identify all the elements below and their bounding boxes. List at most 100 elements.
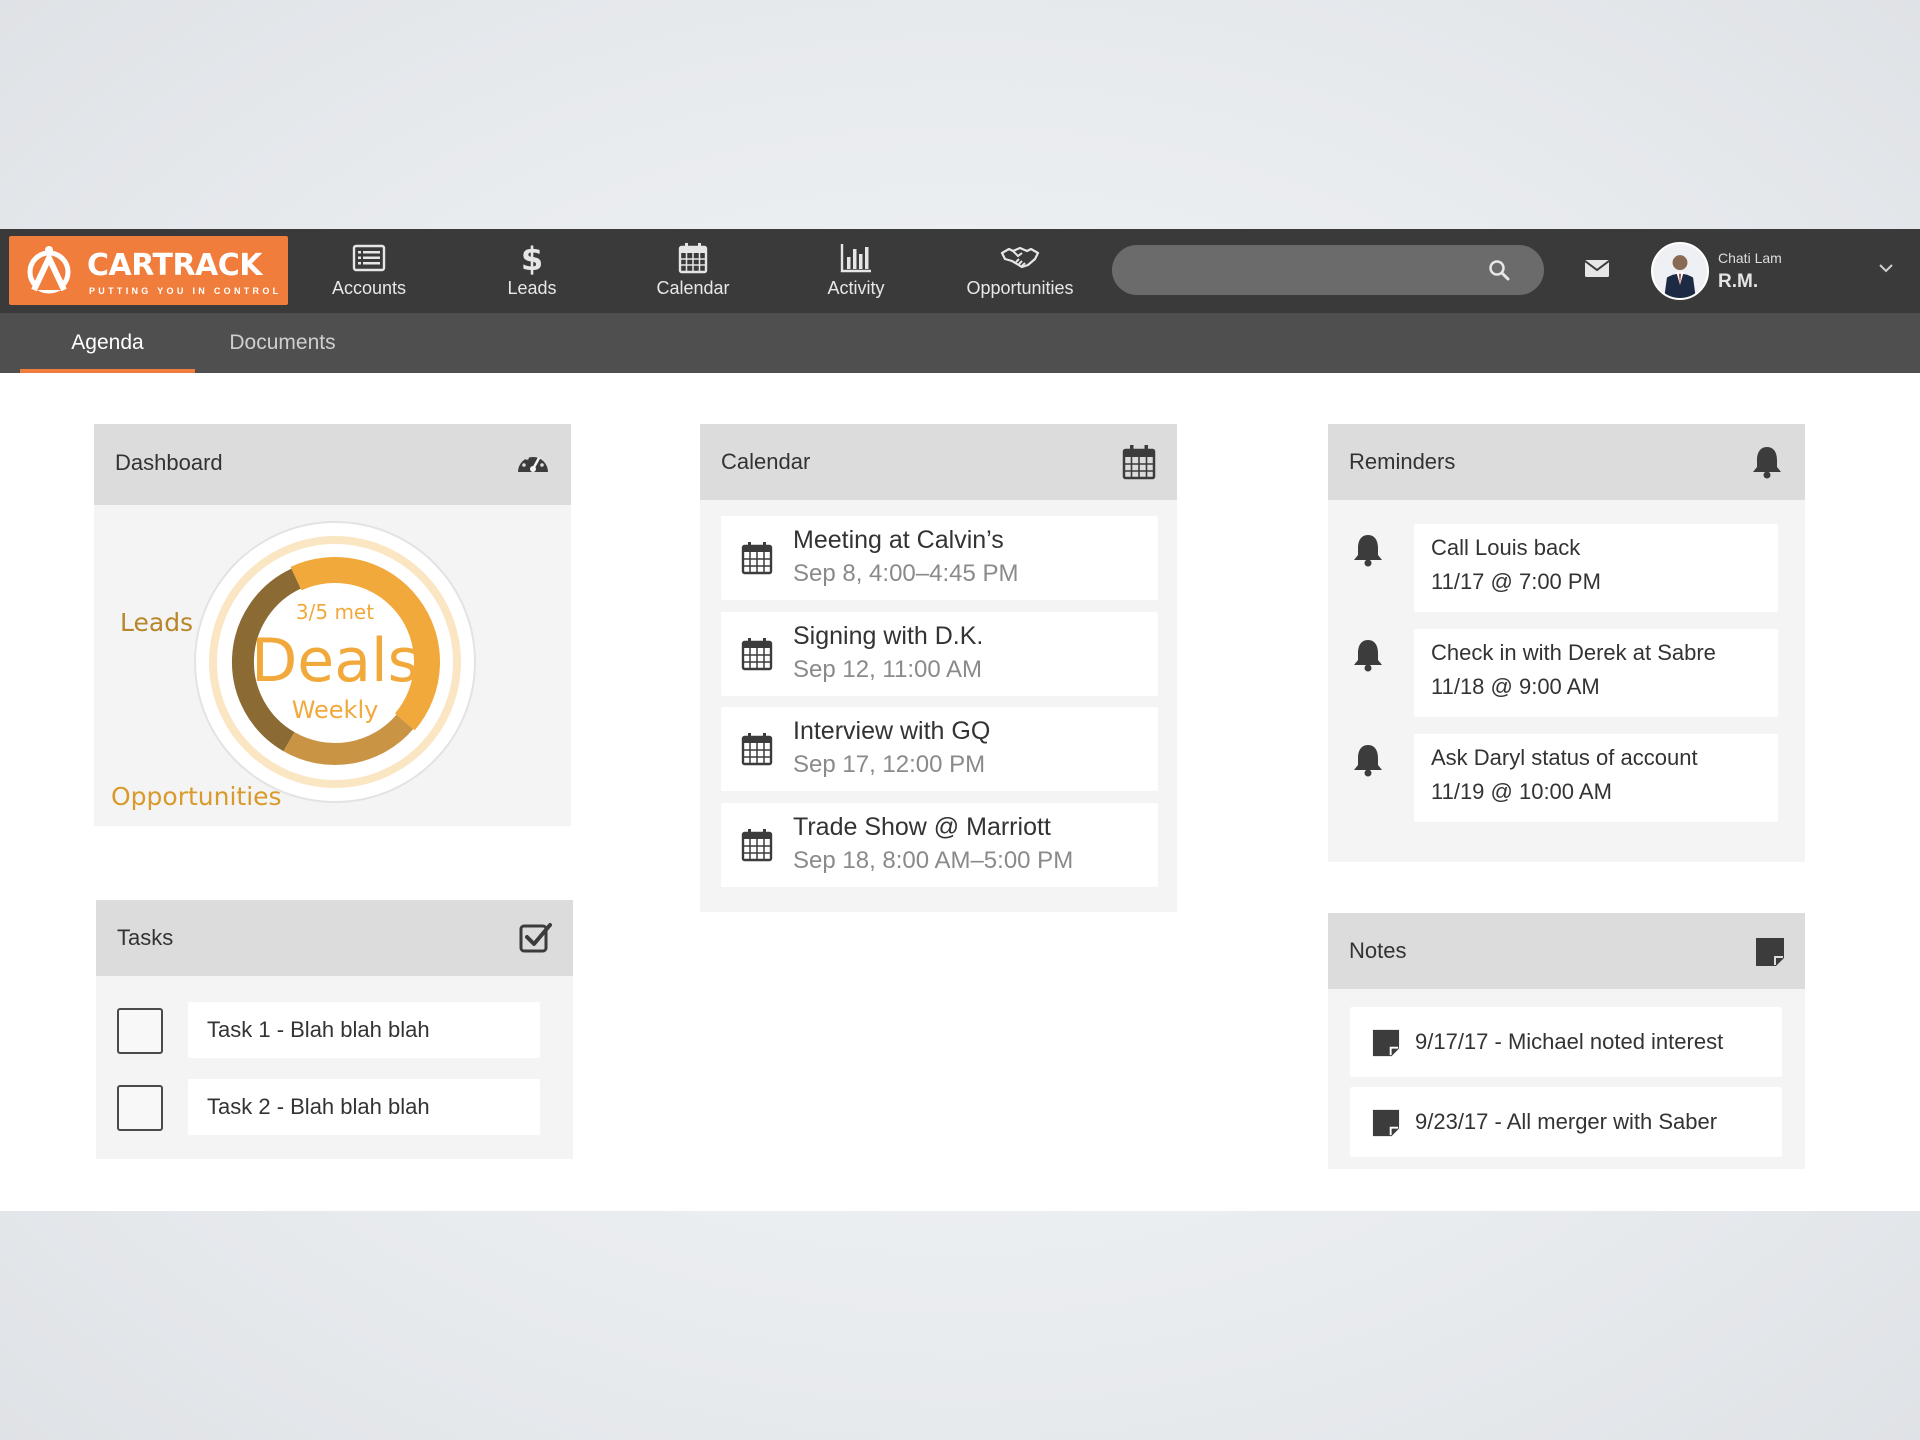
calendar-title: Calendar	[721, 449, 811, 474]
bar-chart-icon	[840, 244, 871, 273]
ring-center-text: Deals	[251, 626, 419, 696]
calendar-card-header: Calendar	[700, 424, 1177, 500]
ring-top-text: 3/5 met	[296, 600, 374, 624]
app-window: CARTRACK PUTTING YOU IN CONTROL Accounts…	[0, 229, 1920, 1211]
note-item[interactable]: 9/17/17 - Michael noted interest	[1350, 1007, 1782, 1077]
note-item[interactable]: 9/23/17 - All merger with Saber	[1350, 1087, 1782, 1157]
calendar-icon[interactable]	[1121, 444, 1157, 480]
dashboard-card-header: Dashboard	[94, 424, 571, 505]
reminders-title: Reminders	[1349, 449, 1456, 474]
event-time: Sep 8, 4:00–4:45 PM	[793, 560, 1019, 587]
note-icon	[1372, 1029, 1400, 1057]
calendar-event[interactable]: Signing with D.K. Sep 12, 11:00 AM	[721, 612, 1158, 696]
handshake-icon	[1000, 246, 1040, 269]
reminder-text: Call Louis back	[1431, 535, 1581, 560]
nav-accounts[interactable]: Accounts	[299, 229, 439, 313]
search-bar	[1112, 245, 1544, 295]
nav-calendar[interactable]: Calendar	[623, 229, 763, 313]
notes-card: Notes 9/17/17 - Michael noted interest 9…	[1328, 913, 1805, 1169]
event-time: Sep 12, 11:00 AM	[793, 656, 983, 683]
bell-icon	[1354, 745, 1382, 777]
note-text: 9/17/17 - Michael noted interest	[1415, 1029, 1724, 1054]
bell-icon[interactable]	[1749, 444, 1785, 480]
chevron-down-icon[interactable]	[1878, 262, 1894, 274]
task-row: Task 2 - Blah blah blah	[96, 1079, 573, 1135]
calendar-icon	[741, 542, 773, 575]
nav-label: Opportunities	[966, 278, 1074, 298]
avatar[interactable]	[1651, 242, 1709, 300]
mail-icon[interactable]	[1584, 257, 1610, 279]
nav-activity[interactable]: Activity	[786, 229, 926, 313]
reminder-item[interactable]: Check in with Derek at Sabre 11/18 @ 9:0…	[1414, 629, 1778, 717]
task-checkbox[interactable]	[117, 1008, 163, 1054]
reminder-row: Call Louis back 11/17 @ 7:00 PM	[1328, 524, 1805, 612]
calendar-icon	[741, 733, 773, 766]
notes-card-header: Notes	[1328, 913, 1805, 989]
task-item[interactable]: Task 1 - Blah blah blah	[188, 1002, 540, 1058]
nav-label: Accounts	[331, 278, 407, 298]
deals-ring-chart: 3/5 met Deals Weekly Leads Opportunities	[111, 521, 476, 811]
user-initials: R.M.	[1718, 271, 1759, 292]
calendar-icon	[741, 829, 773, 862]
tab-documents[interactable]: Documents	[205, 313, 360, 373]
event-title: Signing with D.K.	[793, 622, 984, 650]
reminder-item[interactable]: Call Louis back 11/17 @ 7:00 PM	[1414, 524, 1778, 612]
event-time: Sep 18, 8:00 AM–5:00 PM	[793, 847, 1074, 874]
calendar-event[interactable]: Trade Show @ Marriott Sep 18, 8:00 AM–5:…	[721, 803, 1158, 887]
nav-label: Calendar	[656, 278, 730, 298]
reminder-text: Ask Daryl status of account	[1431, 745, 1698, 770]
reminders-card: Reminders Call Louis back 11/17 @ 7:00 P…	[1328, 424, 1805, 862]
logo-tagline: PUTTING YOU IN CONTROL	[89, 286, 282, 296]
reminder-text: Check in with Derek at Sabre	[1431, 640, 1716, 665]
reminder-row: Ask Daryl status of account 11/19 @ 10:0…	[1328, 734, 1805, 822]
bell-icon	[1354, 640, 1382, 672]
logo-text: CARTRACK	[87, 248, 263, 283]
calendar-card: Calendar Meeting at Calvin’s Sep 8, 4:00…	[700, 424, 1177, 912]
dollar-icon: $	[521, 241, 543, 275]
event-title: Interview with GQ	[793, 717, 991, 745]
event-title: Meeting at Calvin’s	[793, 526, 1004, 554]
reminder-row: Check in with Derek at Sabre 11/18 @ 9:0…	[1328, 629, 1805, 717]
note-icon[interactable]	[1755, 937, 1785, 967]
svg-text:$: $	[521, 241, 543, 275]
tab-bar: Agenda Documents	[0, 313, 1920, 373]
tab-agenda[interactable]: Agenda	[20, 313, 195, 373]
top-nav-bar: CARTRACK PUTTING YOU IN CONTROL Accounts…	[0, 229, 1920, 313]
task-label: Task 2 - Blah blah blah	[207, 1094, 430, 1119]
task-row: Task 1 - Blah blah blah	[96, 1002, 573, 1058]
nav-label: Leads	[507, 278, 557, 298]
nav-leads[interactable]: $ Leads	[462, 229, 602, 313]
tasks-card-header: Tasks	[96, 900, 573, 976]
search-input[interactable]	[1134, 245, 1474, 295]
logo-mark-icon	[27, 246, 71, 294]
dashboard-card: Dashboard 3/5 met Deals Weekly Leads Opp…	[94, 424, 571, 826]
calendar-event[interactable]: Meeting at Calvin’s Sep 8, 4:00–4:45 PM	[721, 516, 1158, 600]
cartrack-logo[interactable]: CARTRACK PUTTING YOU IN CONTROL	[9, 236, 288, 305]
notes-title: Notes	[1349, 938, 1407, 963]
task-checkbox[interactable]	[117, 1085, 163, 1131]
list-icon	[352, 244, 386, 272]
reminder-date: 11/19 @ 10:00 AM	[1431, 779, 1612, 804]
event-time: Sep 17, 12:00 PM	[793, 751, 986, 778]
reminder-item[interactable]: Ask Daryl status of account 11/19 @ 10:0…	[1414, 734, 1778, 822]
gauge-icon[interactable]	[515, 446, 551, 482]
opportunities-label: Opportunities	[111, 782, 282, 811]
dashboard-title: Dashboard	[115, 450, 223, 475]
calendar-icon	[678, 243, 708, 274]
reminders-card-header: Reminders	[1328, 424, 1805, 500]
nav-opportunities[interactable]: Opportunities	[950, 229, 1090, 313]
note-text: 9/23/17 - All merger with Saber	[1415, 1109, 1718, 1134]
search-icon[interactable]	[1488, 259, 1510, 281]
calendar-icon	[741, 638, 773, 671]
bell-icon	[1354, 535, 1382, 567]
tasks-title: Tasks	[117, 925, 174, 950]
tasks-card: Tasks Task 1 - Blah blah blah Task 2 - B…	[96, 900, 573, 1159]
checkbox-checked-icon[interactable]	[517, 920, 553, 956]
reminder-date: 11/17 @ 7:00 PM	[1431, 569, 1601, 594]
note-icon	[1372, 1109, 1400, 1137]
calendar-event[interactable]: Interview with GQ Sep 17, 12:00 PM	[721, 707, 1158, 791]
user-name: Chati Lam	[1718, 250, 1782, 266]
avatar-image	[1653, 244, 1707, 298]
nav-label: Activity	[827, 278, 885, 298]
task-item[interactable]: Task 2 - Blah blah blah	[188, 1079, 540, 1135]
